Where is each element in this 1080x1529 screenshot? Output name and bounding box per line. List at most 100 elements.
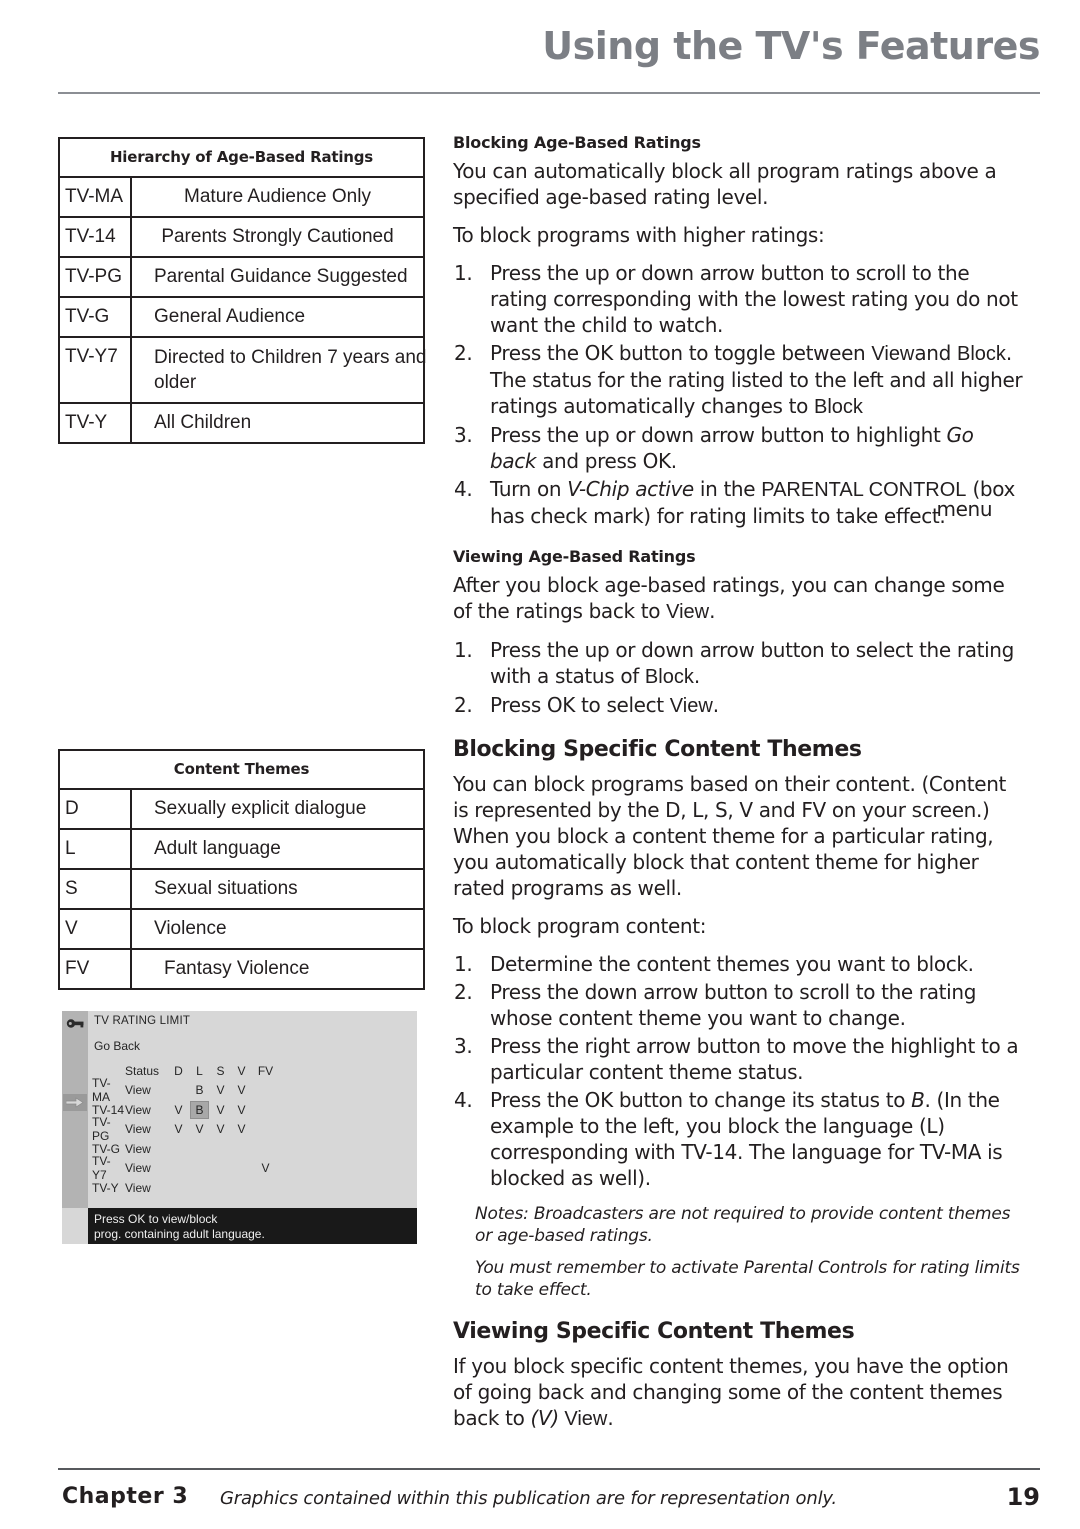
cell-v[interactable]: V [231, 1103, 252, 1117]
column-header-status: Status [125, 1063, 160, 1078]
list-text: Press the down arrow button to scroll to… [490, 980, 977, 1030]
row-status[interactable]: View [125, 1103, 168, 1117]
tv-rating-limit-screen-mockup: TV RATING LIMIT Go Back Status D L S V F… [62, 1011, 417, 1244]
column-header-fv: FV [257, 1063, 274, 1078]
rating-description: Parental Guidance Suggested [154, 266, 408, 287]
list-item: 3. Press the up or down arrow button to h… [453, 422, 1023, 474]
ui-term-v: (V) [530, 1406, 560, 1430]
footer-divider [58, 1468, 1040, 1470]
ui-term-view: View [669, 695, 713, 717]
row-label: TV-Y7 [92, 1154, 111, 1183]
row-label: TV-Y [92, 1180, 119, 1195]
note-broadcasters: Notes: Broadcasters are not required to … [475, 1204, 1011, 1246]
list-item: 1. Press the up or down arrow button to s… [453, 637, 1023, 690]
content-themes-table: Content Themes D Sexually explicit dialo… [58, 749, 425, 990]
table-row: TV-MA Mature Audience Only [60, 178, 423, 218]
rating-code: TV-Y7 [60, 338, 132, 402]
steps-blocking-specific: 1. Determine the content themes you want … [453, 951, 1023, 1191]
list-text: . [693, 664, 700, 688]
list-item: 4. Press the OK button to change its stat… [453, 1087, 1023, 1191]
row-label: TV-MA [92, 1076, 111, 1105]
list-text: . [712, 693, 719, 717]
row-status[interactable]: View [125, 1122, 168, 1136]
paragraph-viewing-specific-intro: If you block specific content themes, yo… [453, 1353, 1023, 1432]
cell-fv[interactable]: V [252, 1161, 279, 1175]
grid-row[interactable]: TV-14 View V B V V [92, 1100, 412, 1120]
grid-row[interactable]: TV-Y View [92, 1178, 412, 1198]
page-number: 19 [1006, 1483, 1040, 1511]
grid-row[interactable]: TV-Y7 View V [92, 1154, 412, 1182]
theme-description: Sexually explicit dialogue [154, 798, 367, 819]
help-banner-line2: prog. containing adult language. [94, 1227, 265, 1241]
cell-d[interactable]: V [168, 1122, 189, 1136]
selected-cell-highlight[interactable]: B [190, 1100, 209, 1119]
rating-code: TV-MA [60, 178, 132, 216]
list-number: 2. [454, 341, 473, 365]
cell-l[interactable]: B [189, 1083, 210, 1097]
row-status[interactable]: View [125, 1083, 168, 1097]
theme-description: Sexual situations [154, 878, 298, 899]
rating-description: General Audience [154, 306, 306, 327]
menu-item-go-back[interactable]: Go Back [94, 1039, 140, 1053]
rating-code: TV-G [60, 298, 132, 336]
rating-code: TV-PG [60, 258, 132, 296]
list-text: Determine the content themes you want to… [490, 952, 974, 976]
list-item: 1. Determine the content themes you want … [453, 951, 1023, 977]
rating-code: TV-Y [60, 404, 132, 442]
cell-d[interactable]: V [168, 1103, 189, 1117]
cell-l[interactable]: B [189, 1100, 210, 1119]
chapter-label: Chapter 3 [62, 1484, 189, 1509]
paragraph-text: . [607, 1406, 614, 1430]
paragraph-blocking-age-leadin: To block programs with higher ratings: [453, 223, 825, 247]
cell-s[interactable]: V [210, 1122, 231, 1136]
cell-l[interactable]: V [189, 1122, 210, 1136]
cell-v[interactable]: V [231, 1083, 252, 1097]
help-banner-line1: Press OK to view/block [94, 1212, 218, 1226]
rating-description: Parents Strongly Cautioned [161, 226, 394, 247]
list-text: and press OK. [536, 449, 677, 473]
footer-caption: Graphics contained within this publicati… [220, 1488, 837, 1509]
ui-term-view: View [558, 1408, 608, 1430]
ui-term-v-chip-active: V-Chip active [567, 477, 694, 501]
rating-code: TV-14 [60, 218, 132, 256]
heading-viewing-specific-content-themes: Viewing Specific Content Themes [453, 1319, 855, 1344]
list-item: 3. Press the right arrow button to move t… [453, 1033, 1023, 1085]
table-header: Content Themes [60, 751, 423, 790]
theme-code: FV [60, 950, 132, 988]
column-header-d: D [174, 1063, 183, 1078]
grid-row[interactable]: TV-MA View B V V [92, 1076, 412, 1104]
list-number: 4. [454, 1088, 473, 1112]
cell-v[interactable]: V [231, 1122, 252, 1136]
row-status[interactable]: View [125, 1161, 168, 1175]
main-text-column: Blocking Age-Based Ratings You can autom… [453, 133, 1023, 1444]
column-header-v: V [237, 1063, 246, 1078]
list-text: Press the OK button to change its status… [490, 1088, 912, 1112]
list-text: Turn on [490, 477, 568, 501]
cell-s[interactable]: V [210, 1083, 231, 1097]
table-row: TV-Y7 Directed to Children 7 years and o… [60, 338, 426, 404]
paragraph-blocking-specific-intro: You can block programs based on their co… [453, 772, 1007, 900]
list-item: 1. Press the up or down arrow button to s… [453, 260, 1023, 338]
list-number: 4. [454, 477, 473, 501]
cell-s[interactable]: V [210, 1103, 231, 1117]
row-status[interactable]: View [125, 1181, 168, 1195]
list-number: 3. [454, 1034, 473, 1058]
theme-code: L [60, 830, 132, 868]
theme-description: Fantasy Violence [164, 958, 310, 979]
paragraph-blocking-specific-leadin: To block program content: [453, 914, 707, 938]
row-status[interactable]: View [125, 1142, 168, 1156]
row-label: TV-PG [92, 1115, 111, 1144]
table-row: TV-14 Parents Strongly Cautioned [60, 218, 423, 258]
key-icon [66, 1019, 84, 1028]
theme-description: Adult language [154, 838, 281, 859]
ui-term-view: View [871, 343, 915, 365]
rating-description-line1: Directed to Children 7 years and [154, 347, 427, 368]
grid-row[interactable]: TV-G View [92, 1139, 412, 1159]
list-text: Press the right arrow button to move the… [490, 1034, 1019, 1084]
list-text: Press the up or down arrow button to sel… [490, 638, 1014, 688]
rating-limit-grid: Status D L S V FV TV-MA View B V V TV-14… [92, 1061, 412, 1198]
grid-row[interactable]: TV-PG View V V V V [92, 1115, 412, 1143]
column-header-l: L [196, 1063, 203, 1078]
arrow-right-icon [66, 1097, 84, 1108]
ui-term-block: Block [814, 396, 863, 418]
